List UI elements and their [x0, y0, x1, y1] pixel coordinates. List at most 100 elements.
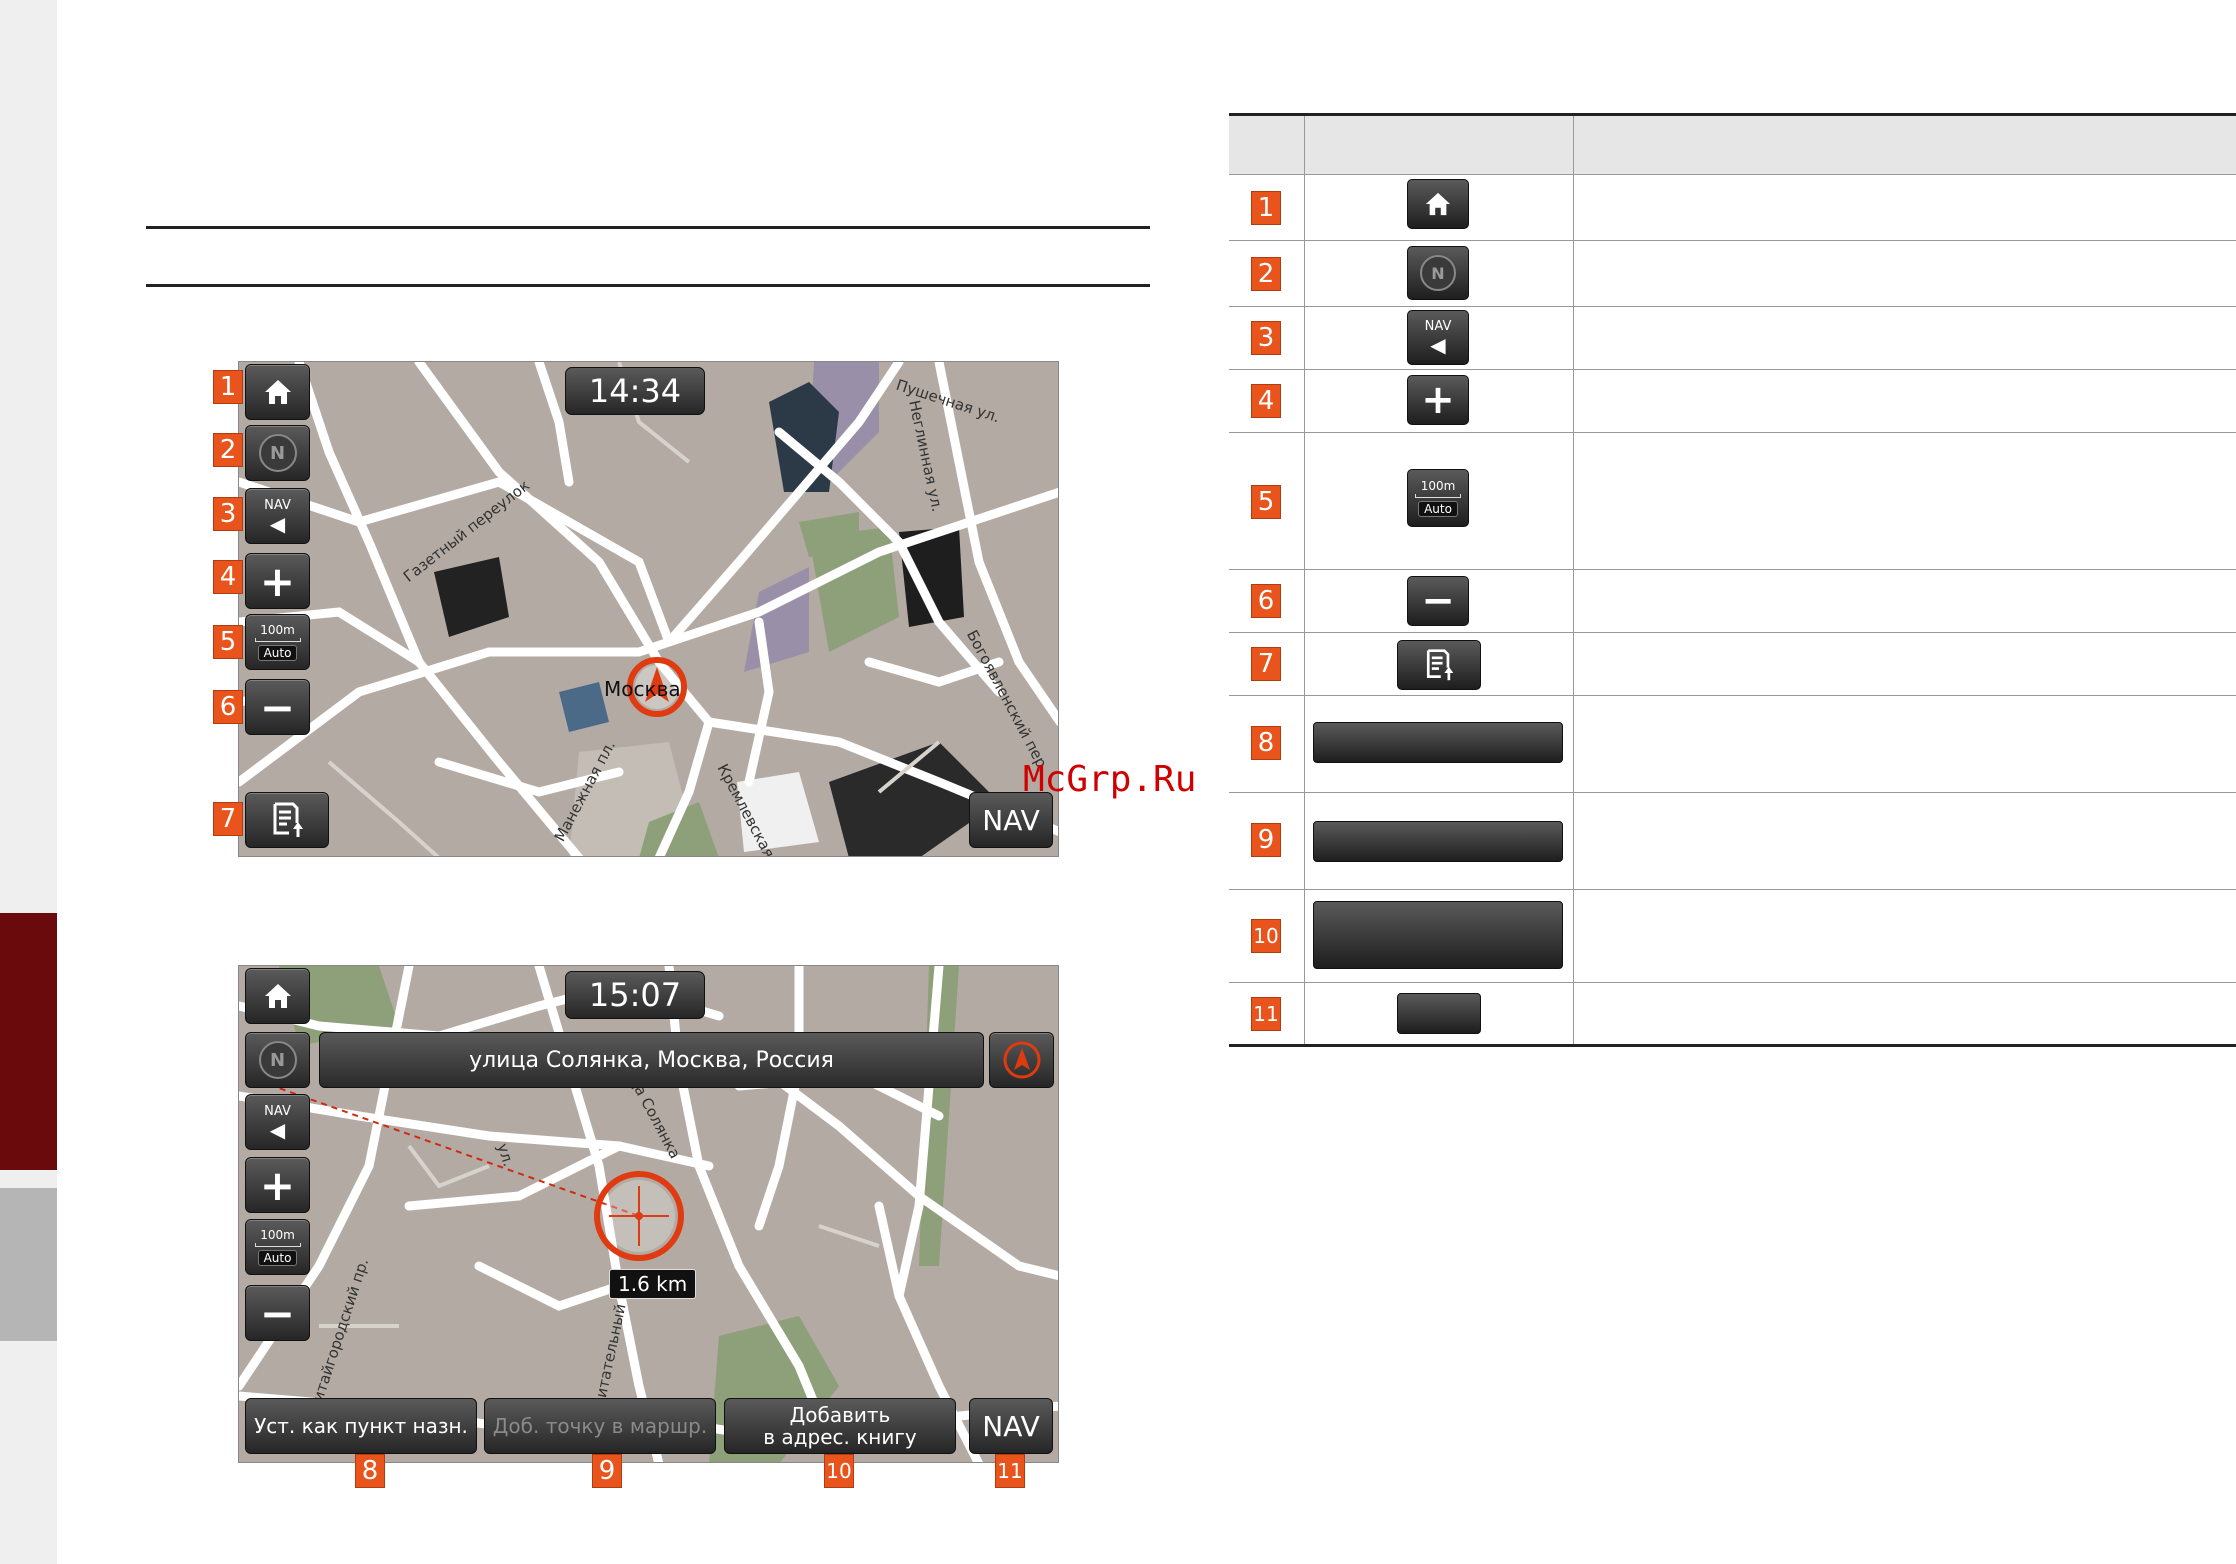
callout-badge-6: 6 [213, 690, 243, 724]
speaker-icon: ◀ [1430, 333, 1446, 357]
clock-display: 14:34 [565, 367, 705, 415]
table-badge-2: 2 [1251, 257, 1281, 291]
map-canvas-1 [239, 362, 1058, 856]
table-scale-mode: Auto [1418, 501, 1458, 517]
table-badge-4: 4 [1251, 384, 1281, 418]
nav-volume-button[interactable]: NAV ◀ [245, 488, 310, 544]
add-to-address-book-line2: в адрес. книгу [763, 1425, 917, 1449]
table-row-1 [1229, 175, 2236, 241]
table-nav-volume-label: NAV [1424, 319, 1452, 334]
table-plus-icon-cell: + [1407, 375, 1469, 425]
table-col-divider-1 [1304, 116, 1305, 1044]
table-row-6 [1229, 570, 2236, 633]
table-scale-distance: 100m [1420, 479, 1456, 493]
scale-mode: Auto [257, 645, 298, 661]
home-button[interactable] [245, 364, 310, 420]
table-row-2 [1229, 241, 2236, 307]
nav-volume-label-2: NAV [264, 1103, 291, 1119]
table-row-3 [1229, 307, 2236, 370]
table-minus-icon-cell: − [1407, 576, 1469, 626]
watermark: McGrp.Ru [1023, 759, 1197, 800]
table-header-row [1229, 116, 2236, 175]
table-col-divider-2 [1573, 116, 1574, 1044]
map-orientation-button[interactable]: N [245, 425, 310, 481]
header-rule-top [146, 226, 1150, 229]
scale-button-2[interactable]: 100m Auto [245, 1219, 310, 1275]
nav-volume-label: NAV [264, 497, 291, 513]
table-badge-11: 11 [1251, 997, 1281, 1031]
table-menu-icon-cell [1397, 640, 1481, 690]
clock-display-2: 15:07 [565, 971, 705, 1019]
manual-page: Газетный переулок Пушечная ул. Неглинная… [0, 0, 2236, 1564]
callout-badge-1: 1 [213, 370, 243, 404]
home-icon [1425, 192, 1451, 216]
table-set-destination-bar [1313, 722, 1563, 763]
callout-badge-10: 10 [824, 1454, 854, 1488]
scale-bar [254, 638, 301, 642]
compass-icon: N [258, 1041, 297, 1079]
table-row-5 [1229, 433, 2236, 570]
table-home-icon-cell [1407, 179, 1469, 229]
scale-mode-2: Auto [257, 1250, 298, 1266]
nav-button-2[interactable]: NAV [969, 1398, 1053, 1454]
position-arrow-icon [1003, 1041, 1040, 1079]
speaker-icon: ◀ [269, 511, 286, 536]
home-button-2[interactable] [245, 968, 310, 1024]
zoom-in-button-2[interactable]: + [245, 1157, 310, 1213]
table-badge-3: 3 [1251, 321, 1281, 355]
callout-badge-11: 11 [995, 1454, 1025, 1488]
zoom-out-button-2[interactable]: − [245, 1285, 310, 1341]
callout-badge-5: 5 [213, 625, 243, 659]
minus-icon: − [259, 682, 296, 732]
list-upload-icon [1426, 649, 1454, 681]
table-nav-bar [1397, 993, 1481, 1034]
map-screen-1: Газетный переулок Пушечная ул. Неглинная… [238, 361, 1059, 857]
table-nav-volume-icon-cell: NAV ◀ [1407, 310, 1469, 365]
table-badge-10: 10 [1251, 919, 1281, 953]
menu-button[interactable] [245, 792, 329, 848]
callout-badge-4: 4 [213, 560, 243, 594]
distance-label: 1.6 km [609, 1269, 697, 1299]
callout-badge-3: 3 [213, 497, 243, 531]
callout-badge-2: 2 [213, 433, 243, 467]
table-badge-1: 1 [1251, 191, 1281, 225]
zoom-out-button[interactable]: − [245, 679, 310, 735]
scale-distance-2: 100m [260, 1228, 295, 1242]
home-icon [264, 984, 291, 1008]
add-waypoint-button[interactable]: Доб. точку в маршр. [484, 1398, 716, 1454]
table-bottom-rule [1229, 1044, 2236, 1047]
nav-button[interactable]: NAV [969, 792, 1053, 848]
table-row-11 [1229, 983, 2236, 1045]
home-icon [264, 380, 291, 404]
plus-icon: + [259, 556, 296, 606]
header-rule-bottom [146, 284, 1150, 287]
table-badge-6: 6 [1251, 584, 1281, 618]
callout-badge-8: 8 [355, 1454, 385, 1488]
add-to-address-book-button[interactable]: Добавить в адрес. книгу [724, 1398, 956, 1454]
list-upload-icon [273, 802, 303, 837]
speaker-icon: ◀ [269, 1117, 286, 1142]
add-to-address-book-line1: Добавить [789, 1403, 891, 1427]
table-add-waypoint-bar [1313, 821, 1563, 862]
address-bar: улица Солянка, Москва, Россия [319, 1032, 984, 1088]
controls-table: 1 2 3 4 5 6 7 8 9 10 11 N NAV ◀ + 100m A… [1229, 113, 2236, 1048]
set-destination-button[interactable]: Уст. как пункт назн. [245, 1398, 477, 1454]
scale-bar-2 [254, 1243, 301, 1247]
table-badge-7: 7 [1251, 647, 1281, 681]
plus-icon: + [1421, 377, 1455, 423]
compass-icon: N [1420, 255, 1456, 291]
scale-distance: 100m [260, 623, 295, 637]
map-orientation-button-2[interactable]: N [245, 1032, 310, 1088]
table-row-7 [1229, 633, 2236, 696]
zoom-in-button[interactable]: + [245, 553, 310, 609]
minus-icon: − [259, 1288, 296, 1338]
table-address-book-bar [1313, 901, 1563, 969]
table-row-4 [1229, 370, 2236, 433]
chapter-tab-active [0, 913, 57, 1170]
current-position-button[interactable] [989, 1032, 1054, 1088]
minus-icon: − [1421, 578, 1455, 624]
table-scale-icon-cell: 100m Auto [1407, 469, 1469, 527]
nav-volume-button-2[interactable]: NAV ◀ [245, 1094, 310, 1150]
scale-button[interactable]: 100m Auto [245, 614, 310, 670]
callout-badge-9: 9 [592, 1454, 622, 1488]
